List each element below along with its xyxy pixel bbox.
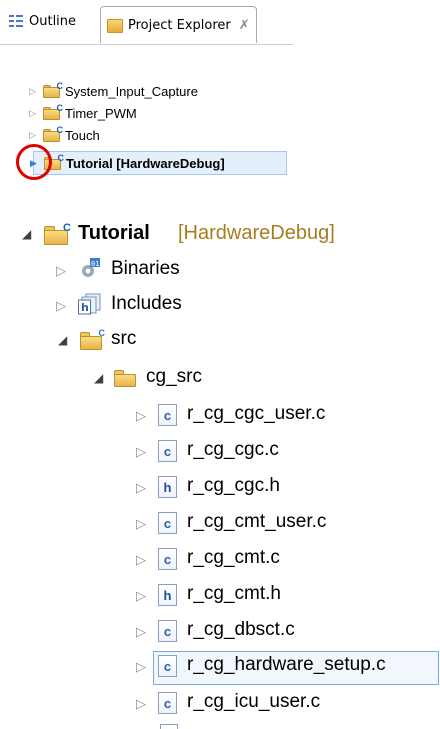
tree-item-label: r_cg_cgc_user.c bbox=[187, 403, 326, 424]
tree-item-label: r_cg_cgc.c bbox=[187, 439, 279, 460]
tree-item-label: Binaries bbox=[111, 258, 180, 279]
c-file-icon: c bbox=[158, 548, 177, 570]
tab-outline-label: Outline bbox=[29, 13, 77, 29]
binaries-icon: 01 bbox=[78, 257, 102, 281]
expand-arrow-icon[interactable]: ▷ bbox=[56, 263, 66, 279]
project-folder-icon: C bbox=[43, 81, 63, 98]
expand-arrow-icon[interactable]: ▷ bbox=[136, 696, 146, 712]
expand-arrow-icon[interactable]: ▷ bbox=[136, 624, 146, 640]
expand-arrow-icon[interactable]: ▷ bbox=[136, 659, 146, 675]
project-name: Tutorial bbox=[78, 222, 150, 244]
tree-item-label: Timer_PWM bbox=[65, 105, 137, 121]
tree-item-file[interactable]: ▷ c r_cg_dbsct.c bbox=[0, 615, 440, 649]
tree-item-file[interactable]: ▷ h r_cg_cgc.h bbox=[0, 471, 440, 505]
collapse-arrow-icon[interactable]: ◢ bbox=[94, 371, 103, 385]
expand-arrow-icon[interactable]: ▷ bbox=[56, 298, 66, 314]
close-icon[interactable]: ✗ bbox=[239, 18, 250, 33]
source-folder-icon: C bbox=[80, 328, 105, 350]
c-file-icon: c bbox=[158, 440, 177, 462]
tree-item-file-selected[interactable]: ▷ c r_cg_hardware_setup.c bbox=[0, 650, 440, 684]
expand-arrow-icon[interactable]: ▷ bbox=[136, 408, 146, 424]
expand-arrow-icon[interactable]: ▷ bbox=[136, 552, 146, 568]
tree-item-label: cg_src bbox=[146, 366, 202, 387]
tree-item-label: r_cg_cgc.h bbox=[187, 475, 280, 496]
tree-item-label: r_cg_cmt.h bbox=[187, 583, 281, 604]
tree-item-includes[interactable]: ▷ h Includes bbox=[0, 289, 440, 323]
tree-item-binaries[interactable]: ▷ 01 Binaries bbox=[0, 254, 440, 288]
tree-item-src[interactable]: ◢ C src bbox=[0, 324, 440, 358]
tree-item-label: r_cg_icu_user.c bbox=[187, 691, 321, 712]
expand-arrow-icon[interactable]: ▷ bbox=[29, 86, 39, 97]
includes-icon: h bbox=[78, 293, 102, 315]
expand-arrow-icon[interactable]: ▷ bbox=[29, 130, 39, 141]
clipped-row bbox=[160, 724, 280, 729]
highlight-circle bbox=[16, 144, 52, 180]
c-file-icon: c bbox=[158, 692, 177, 714]
tab-project-explorer-label: Project Explorer bbox=[128, 17, 231, 33]
outline-icon bbox=[8, 13, 24, 29]
tree-item-tutorial[interactable]: ◢ C Tutorial [HardwareDebug] bbox=[0, 218, 440, 252]
collapse-arrow-icon[interactable]: ◢ bbox=[22, 227, 31, 241]
h-file-icon: h bbox=[158, 476, 177, 498]
tree-item-file[interactable]: ▷ c r_cg_cmt.c bbox=[0, 543, 440, 577]
c-file-icon: c bbox=[158, 655, 177, 677]
project-folder-icon: C bbox=[44, 222, 71, 245]
expand-arrow-icon[interactable]: ▷ bbox=[136, 516, 146, 532]
tree-item-label: src bbox=[111, 328, 137, 349]
expand-arrow-icon[interactable]: ▷ bbox=[29, 108, 39, 119]
c-file-icon: c bbox=[158, 512, 177, 534]
tree-item-cg-src[interactable]: ◢ cg_src bbox=[0, 362, 440, 396]
tree-item-file[interactable]: ▷ c r_cg_cgc_user.c bbox=[0, 399, 440, 433]
c-file-icon: c bbox=[158, 404, 177, 426]
tree-item-label: System_Input_Capture bbox=[65, 83, 198, 99]
tree-item-label: r_cg_dbsct.c bbox=[187, 619, 295, 640]
svg-text:h: h bbox=[81, 301, 89, 314]
view-tab-bar: Outline Project Explorer ✗ bbox=[0, 0, 293, 45]
c-file-icon: c bbox=[158, 620, 177, 642]
project-config: [HardwareDebug] bbox=[178, 222, 335, 244]
project-folder-icon: C bbox=[43, 103, 63, 120]
tab-project-explorer[interactable]: Project Explorer ✗ bbox=[100, 6, 257, 43]
tree-item-label: Tutorial [HardwareDebug] bbox=[66, 155, 225, 171]
tree-item-label: r_cg_cmt.c bbox=[187, 547, 280, 568]
tree-item-label: Includes bbox=[111, 293, 182, 314]
project-folder-icon: C bbox=[43, 125, 63, 142]
tree-item-label: Touch bbox=[65, 127, 100, 143]
tree-item-label: r_cg_hardware_setup.c bbox=[187, 654, 386, 675]
collapse-arrow-icon[interactable]: ◢ bbox=[58, 333, 67, 347]
expand-arrow-icon[interactable]: ▷ bbox=[136, 444, 146, 460]
folder-open-icon bbox=[114, 370, 136, 387]
project-explorer-icon bbox=[107, 19, 123, 33]
tree-item-file[interactable]: ▷ c r_cg_icu_user.c bbox=[0, 687, 440, 721]
h-file-icon: h bbox=[158, 584, 177, 606]
tree-item-file[interactable]: ▷ c r_cg_cgc.c bbox=[0, 435, 440, 469]
tree-item-tutorial-selected[interactable]: ▶ C Tutorial [HardwareDebug] bbox=[30, 151, 287, 175]
tree-item-file[interactable]: ▷ c r_cg_cmt_user.c bbox=[0, 507, 440, 541]
expand-arrow-icon[interactable]: ▷ bbox=[136, 480, 146, 496]
tree-item-label: r_cg_cmt_user.c bbox=[187, 511, 327, 532]
expand-arrow-icon[interactable]: ▷ bbox=[136, 588, 146, 604]
svg-text:01: 01 bbox=[91, 260, 99, 268]
tree-item-file[interactable]: ▷ h r_cg_cmt.h bbox=[0, 579, 440, 613]
project-explorer-panel: Outline Project Explorer ✗ ▷ C System_In… bbox=[0, 0, 293, 188]
tab-outline[interactable]: Outline bbox=[8, 8, 76, 34]
